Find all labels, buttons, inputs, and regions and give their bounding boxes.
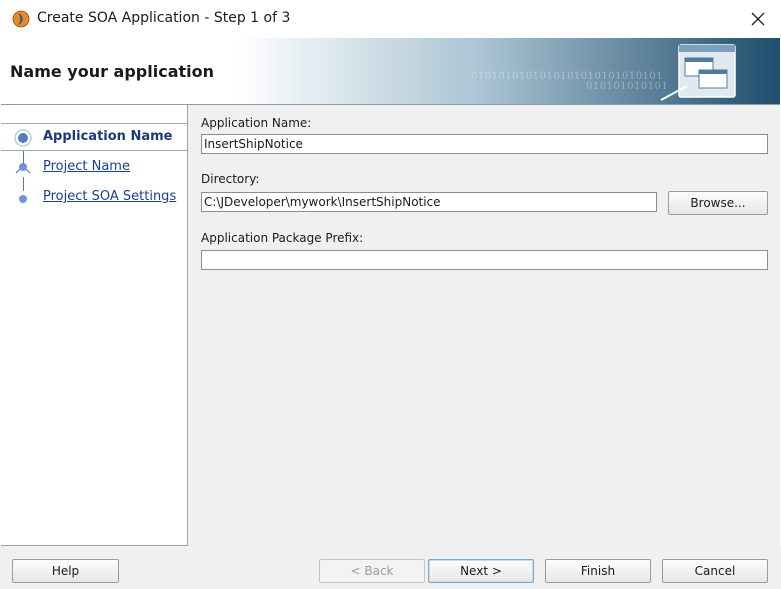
nav-step-project-soa-settings[interactable]: Project SOA Settings bbox=[1, 184, 187, 210]
title-bar: Create SOA Application - Step 1 of 3 bbox=[0, 0, 781, 38]
nav-step-project-name[interactable]: Project Name bbox=[1, 154, 187, 180]
directory-label: Directory: bbox=[201, 172, 260, 186]
binary-decoration: 010101010101 bbox=[586, 81, 669, 92]
current-step-icon bbox=[14, 129, 32, 147]
nav-step-label: Project Name bbox=[43, 159, 130, 174]
package-prefix-input[interactable] bbox=[201, 250, 768, 270]
close-button[interactable] bbox=[735, 0, 781, 38]
directory-input[interactable] bbox=[201, 192, 657, 212]
header-banner: Name your application 010101010101010101… bbox=[1, 38, 780, 104]
step-node-icon bbox=[15, 163, 31, 174]
help-button[interactable]: Help bbox=[12, 559, 119, 583]
page-title: Name your application bbox=[10, 62, 215, 81]
package-prefix-label: Application Package Prefix: bbox=[201, 231, 364, 245]
form-panel: Application Name: Directory: Browse... A… bbox=[188, 105, 780, 546]
nav-step-application-name[interactable]: Application Name bbox=[1, 123, 187, 151]
cancel-button[interactable]: Cancel bbox=[662, 559, 768, 583]
nav-step-label: Project SOA Settings bbox=[43, 189, 177, 204]
close-icon bbox=[751, 12, 765, 26]
application-name-input[interactable] bbox=[201, 134, 768, 154]
step-node-icon bbox=[19, 195, 27, 203]
nav-step-label: Application Name bbox=[43, 129, 173, 144]
finish-button[interactable]: Finish bbox=[545, 559, 651, 583]
windows-graphic-icon bbox=[660, 44, 736, 101]
jdeveloper-icon bbox=[12, 10, 30, 28]
wizard-steps-panel: Application Name Project Name Project SO… bbox=[1, 105, 188, 546]
browse-button[interactable]: Browse... bbox=[668, 191, 768, 215]
window-title: Create SOA Application - Step 1 of 3 bbox=[37, 10, 291, 26]
next-button[interactable]: Next > bbox=[428, 559, 534, 583]
back-button[interactable]: < Back bbox=[319, 559, 425, 583]
button-bar: Help < Back Next > Finish Cancel bbox=[0, 546, 781, 589]
application-name-label: Application Name: bbox=[201, 116, 312, 130]
